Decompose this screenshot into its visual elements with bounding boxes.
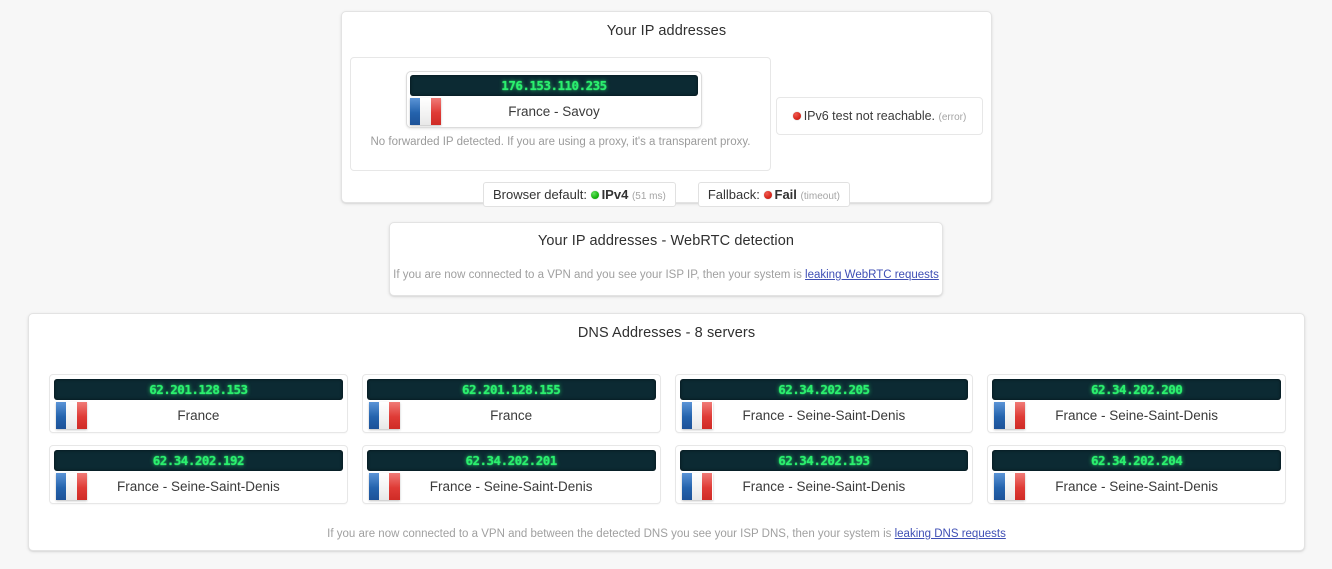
primary-ip-value: 176.153.110.235 bbox=[501, 78, 607, 93]
dns-note: If you are now connected to a VPN and be… bbox=[29, 528, 1304, 540]
dns-cell-body: France - Seine-Saint-Denis bbox=[680, 471, 969, 501]
ip-addresses-title: Your IP addresses bbox=[606, 23, 727, 39]
primary-ip-tile[interactable]: 176.153.110.235 France - Savoy bbox=[406, 71, 702, 128]
dns-cell-body: France bbox=[367, 400, 656, 430]
primary-ip-led-bar: 176.153.110.235 bbox=[410, 75, 698, 96]
ip-detection-panel: 176.153.110.235 France - Savoy No forwar… bbox=[350, 57, 771, 171]
dns-led-bar: 62.34.202.204 bbox=[992, 450, 1281, 471]
dns-location: France - Seine-Saint-Denis bbox=[1055, 479, 1219, 494]
browser-default-detail: (51 ms) bbox=[631, 191, 666, 202]
dns-location: France bbox=[490, 408, 533, 423]
forwarded-ip-note: No forwarded IP detected. If you are usi… bbox=[370, 136, 751, 148]
dns-server-cell[interactable]: 62.201.128.155 France bbox=[361, 374, 661, 433]
dns-location: France - Seine-Saint-Denis bbox=[1055, 408, 1219, 423]
page-root: Your IP addresses 176.153.110.235 France… bbox=[0, 0, 1332, 569]
dns-ip-value: 62.34.202.205 bbox=[778, 382, 870, 397]
dns-ip-value: 62.34.202.193 bbox=[778, 453, 870, 468]
dns-ip-value: 62.201.128.153 bbox=[149, 382, 248, 397]
dns-ip-value: 62.34.202.204 bbox=[1090, 453, 1183, 468]
dns-led-bar: 62.201.128.155 bbox=[366, 379, 656, 400]
dns-led-bar: 62.34.202.200 bbox=[992, 379, 1281, 400]
dns-led-bar: 62.34.202.192 bbox=[54, 450, 343, 471]
dns-addresses-card: DNS Addresses - 8 servers 62.201.128.153… bbox=[28, 313, 1305, 551]
dns-location: France - Seine-Saint-Denis bbox=[742, 408, 906, 423]
dns-ip-value: 62.34.202.192 bbox=[152, 453, 245, 468]
fallback-pill: Fallback: Fail (timeout) bbox=[697, 182, 850, 207]
dns-cell-body: France - Seine-Saint-Denis bbox=[992, 400, 1281, 430]
dns-led-bar: 62.34.202.193 bbox=[679, 450, 969, 471]
dns-ip-value: 62.201.128.155 bbox=[461, 382, 561, 397]
france-flag-icon bbox=[56, 473, 87, 500]
red-dot-icon bbox=[792, 111, 801, 120]
dns-server-cell[interactable]: 62.34.202.200 France - Seine-Saint-Denis bbox=[987, 374, 1286, 433]
ip-addresses-card: Your IP addresses 176.153.110.235 France… bbox=[341, 11, 992, 207]
dns-server-cell[interactable]: 62.34.202.192 France - Seine-Saint-Denis bbox=[49, 445, 348, 504]
dns-cell-body: France - Seine-Saint-Denis bbox=[54, 471, 343, 501]
primary-ip-location: France - Savoy bbox=[508, 104, 600, 119]
browser-default-label: Browser default: bbox=[493, 187, 587, 202]
webrtc-note-text: If you are now connected to a VPN and yo… bbox=[393, 269, 806, 281]
webrtc-note: If you are now connected to a VPN and yo… bbox=[390, 269, 942, 281]
green-dot-icon bbox=[590, 190, 599, 199]
fallback-label: Fallback: bbox=[707, 187, 760, 202]
dns-cell-body: France - Seine-Saint-Denis bbox=[367, 471, 656, 501]
france-flag-icon bbox=[368, 473, 400, 500]
france-flag-icon bbox=[681, 473, 713, 500]
webrtc-detection-card: Your IP addresses - WebRTC detection If … bbox=[389, 222, 943, 296]
dns-note-text: If you are now connected to a VPN and be… bbox=[327, 528, 895, 540]
browser-default-pill: Browser default: IPv4 (51 ms) bbox=[483, 182, 676, 207]
fallback-value: Fail bbox=[774, 187, 797, 202]
france-flag-icon bbox=[681, 402, 713, 429]
dns-location: France - Seine-Saint-Denis bbox=[429, 479, 593, 494]
dns-led-bar: 62.201.128.153 bbox=[54, 379, 343, 400]
dns-location: France - Seine-Saint-Denis bbox=[742, 479, 906, 494]
dns-location: France - Seine-Saint-Denis bbox=[116, 479, 280, 494]
ipv6-status-box: IPv6 test not reachable. (error) bbox=[776, 97, 983, 135]
dns-location: France bbox=[177, 408, 220, 423]
browser-default-value: IPv4 bbox=[601, 187, 629, 202]
dns-server-cell[interactable]: 62.34.202.193 France - Seine-Saint-Denis bbox=[674, 445, 974, 504]
dns-cell-body: France - Seine-Saint-Denis bbox=[680, 400, 969, 430]
dns-ip-value: 62.34.202.201 bbox=[465, 453, 557, 468]
webrtc-title: Your IP addresses - WebRTC detection bbox=[537, 233, 795, 249]
red-dot-icon bbox=[763, 190, 772, 199]
primary-ip-tile-body: France - Savoy bbox=[407, 96, 701, 127]
connection-status-strip: Browser default: IPv4 (51 ms) Fallback: … bbox=[342, 182, 991, 207]
ipv6-status-detail: (error) bbox=[938, 112, 967, 123]
france-flag-icon bbox=[56, 402, 87, 429]
ipv6-status-message: IPv6 test not reachable. bbox=[803, 109, 936, 123]
fallback-detail: (timeout) bbox=[800, 191, 840, 202]
france-flag-icon bbox=[368, 402, 400, 429]
dns-led-bar: 62.34.202.205 bbox=[679, 379, 969, 400]
dns-ip-value: 62.34.202.200 bbox=[1090, 382, 1183, 397]
france-flag-icon bbox=[994, 473, 1026, 500]
france-flag-icon bbox=[994, 402, 1026, 429]
dns-server-grid: 62.201.128.153 France 62.201.128.155 Fra… bbox=[49, 374, 1286, 504]
france-flag-icon bbox=[410, 98, 441, 125]
dns-server-cell[interactable]: 62.34.202.201 France - Seine-Saint-Denis bbox=[361, 445, 661, 504]
dns-cell-body: France bbox=[54, 400, 343, 430]
dns-server-cell[interactable]: 62.34.202.205 France - Seine-Saint-Denis bbox=[674, 374, 974, 433]
dns-server-cell[interactable]: 62.201.128.153 France bbox=[49, 374, 348, 433]
dns-server-cell[interactable]: 62.34.202.204 France - Seine-Saint-Denis bbox=[987, 445, 1286, 504]
dns-cell-body: France - Seine-Saint-Denis bbox=[992, 471, 1281, 501]
leaking-dns-requests-link[interactable]: leaking DNS requests bbox=[895, 528, 1006, 540]
dns-led-bar: 62.34.202.201 bbox=[366, 450, 656, 471]
dns-title: DNS Addresses - 8 servers bbox=[577, 325, 756, 341]
leaking-webrtc-requests-link[interactable]: leaking WebRTC requests bbox=[805, 269, 939, 281]
